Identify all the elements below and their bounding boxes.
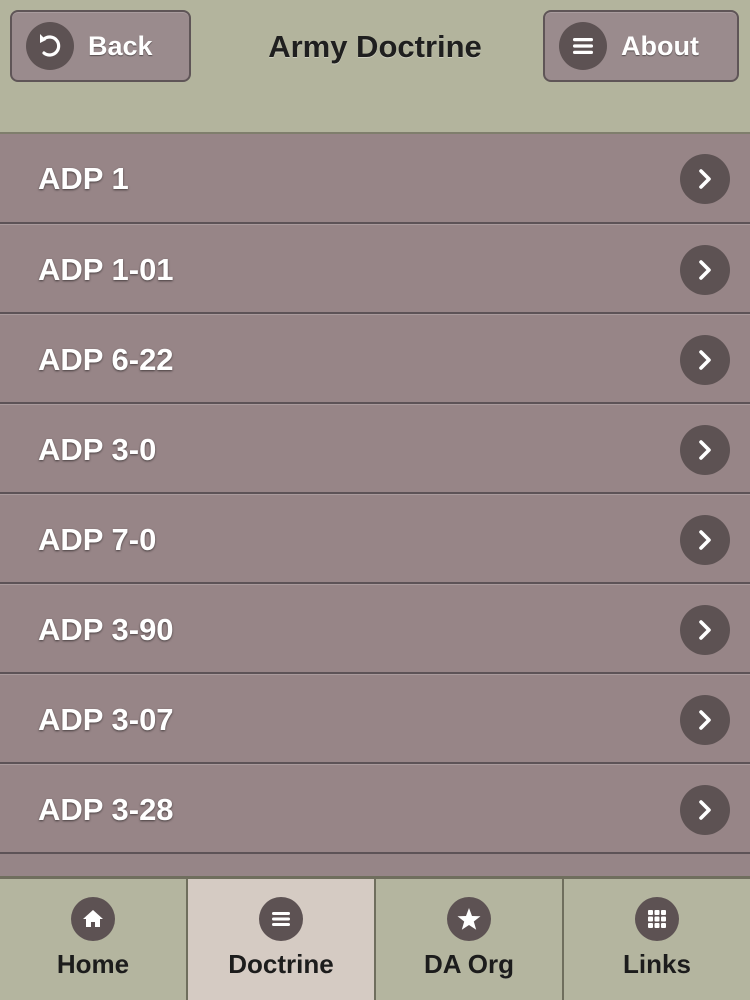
doctrine-list: ADP 1 ADP 1-01 ADP 6-22 ADP 3-0 ADP 7-0 … — [0, 134, 750, 854]
list-item-label: ADP 6-22 — [38, 342, 174, 377]
tab-bar: Home Doctrine DA Org Links — [0, 876, 750, 1000]
list-item-label: ADP 7-0 — [38, 522, 157, 557]
chevron-right-icon — [680, 605, 730, 655]
tab-home-label: Home — [56, 949, 130, 979]
grid-icon — [635, 897, 679, 941]
chevron-right-icon — [680, 425, 730, 475]
about-button-label: About — [621, 30, 699, 61]
list-icon — [259, 897, 303, 941]
list-item-label: ADP 3-0 — [38, 432, 157, 467]
tab-links-label: Links — [623, 949, 691, 979]
list-item[interactable]: ADP 3-90 — [0, 584, 750, 674]
chevron-right-icon — [680, 245, 730, 295]
tab-links[interactable]: Links — [562, 879, 750, 1000]
list-item[interactable]: ADP 1-01 — [0, 224, 750, 314]
list-item[interactable]: ADP 7-0 — [0, 494, 750, 584]
chevron-right-icon — [680, 785, 730, 835]
list-item[interactable]: ADP 3-28 — [0, 764, 750, 854]
about-button[interactable]: About — [543, 10, 739, 82]
tab-da-org-label: DA Org — [423, 949, 515, 979]
star-icon — [447, 897, 491, 941]
back-button-label: Back — [88, 30, 153, 61]
tab-doctrine-label: Doctrine — [228, 949, 334, 979]
list-item-label: ADP 3-90 — [38, 612, 174, 647]
list-item-label: ADP 1 — [38, 161, 129, 196]
tab-home[interactable]: Home — [0, 879, 186, 1000]
list-item-label: ADP 3-28 — [38, 792, 174, 827]
menu-icon — [559, 22, 607, 70]
list-item[interactable]: ADP 3-0 — [0, 404, 750, 494]
list-item[interactable]: ADP 1 — [0, 134, 750, 224]
list-item[interactable]: ADP 3-07 — [0, 674, 750, 764]
tab-da-org[interactable]: DA Org — [374, 879, 562, 1000]
chevron-right-icon — [680, 515, 730, 565]
chevron-right-icon — [680, 695, 730, 745]
app-header: Back Army Doctrine About — [0, 0, 750, 134]
list-item-label: ADP 3-07 — [38, 702, 174, 737]
chevron-right-icon — [680, 335, 730, 385]
page-title: Army Doctrine — [268, 29, 482, 64]
back-arrow-icon — [26, 22, 74, 70]
list-item[interactable]: ADP 6-22 — [0, 314, 750, 404]
home-icon — [71, 897, 115, 941]
tab-doctrine[interactable]: Doctrine — [186, 879, 374, 1000]
back-button[interactable]: Back — [10, 10, 191, 82]
list-item-label: ADP 1-01 — [38, 252, 174, 287]
chevron-right-icon — [680, 154, 730, 204]
